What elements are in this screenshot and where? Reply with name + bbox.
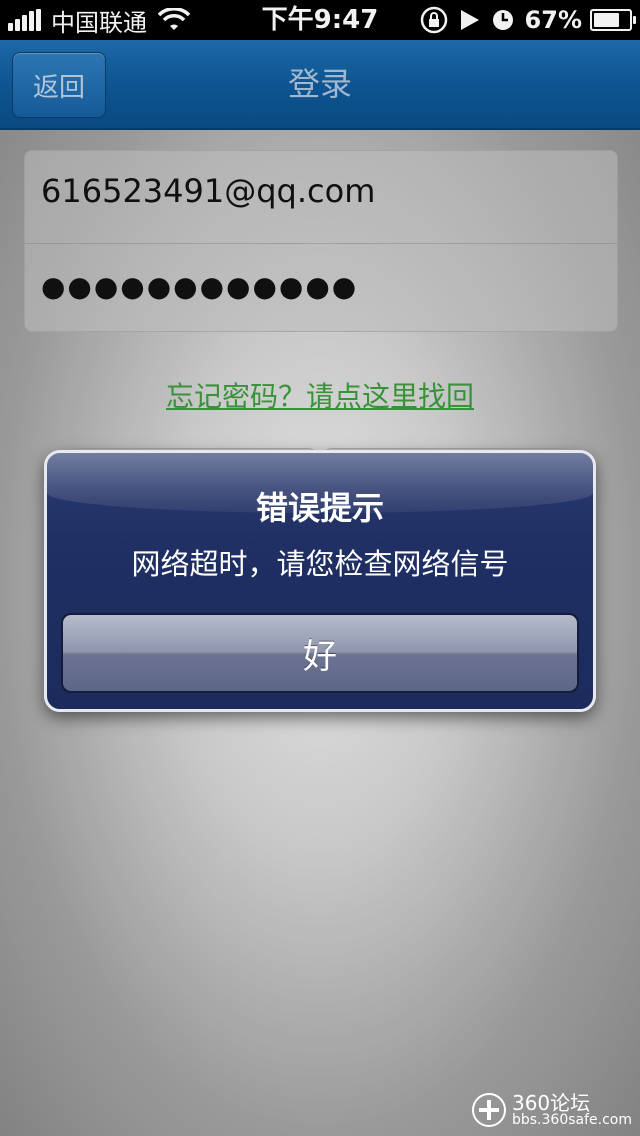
watermark-url: bbs.360safe.com [511,1112,632,1128]
watermark-text: 360论坛 bbs.360safe.com [512,1093,632,1127]
alert-message: 网络超时，请您检查网络信号 [131,547,509,581]
alert-title: 错误提示 [255,489,384,527]
watermark: 360论坛 bbs.360safe.com [471,1090,632,1130]
watermark-title: 360论坛 [511,1091,591,1115]
error-alert-dialog: 错误提示 网络超时，请您检查网络信号 好 [44,450,596,712]
alert-ok-button[interactable]: 好 [61,613,579,693]
360-logo-icon [471,1093,506,1127]
